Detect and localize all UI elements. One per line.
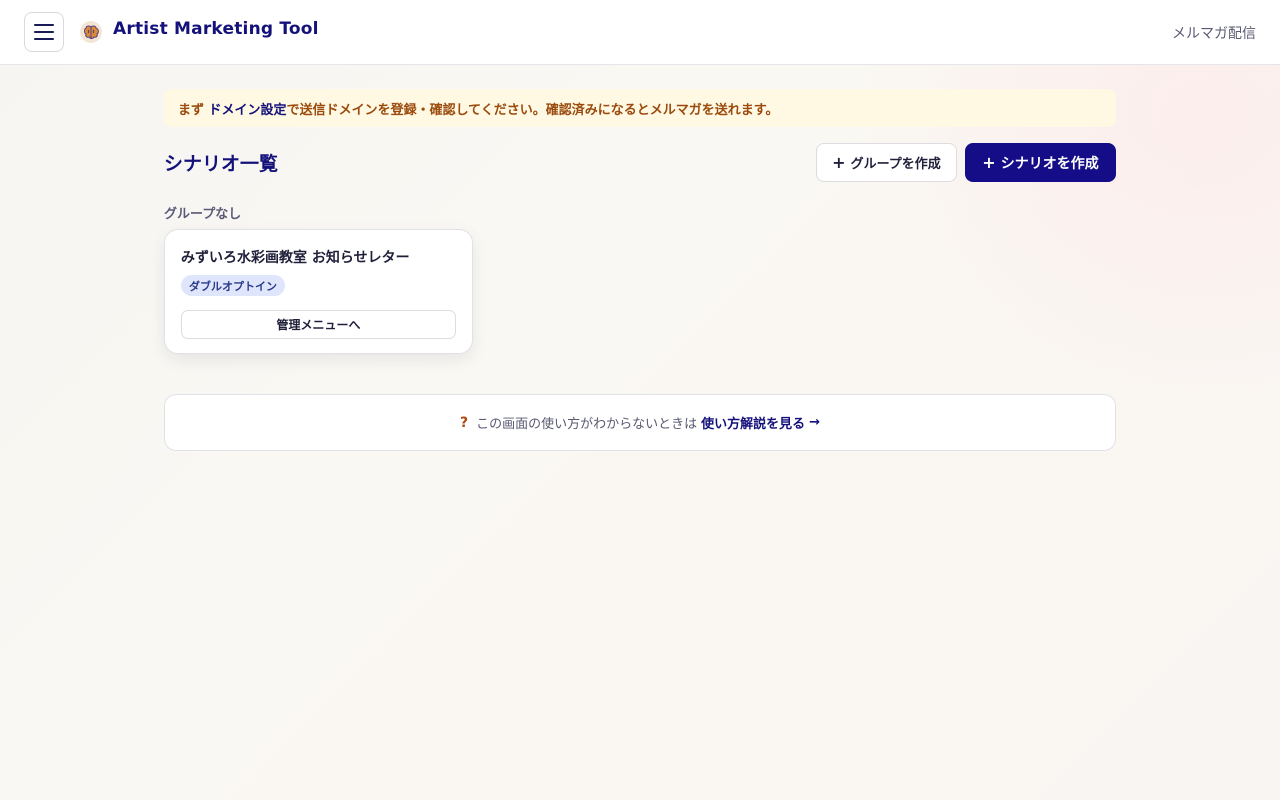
- menu-line-icon: [34, 38, 54, 40]
- help-box: ? この画面の使い方がわからないときは 使い方解説を見る →: [164, 394, 1116, 451]
- brain-logo-icon: [80, 21, 102, 43]
- plus-icon: +: [832, 152, 846, 172]
- app-logo-text[interactable]: Artist Marketing Tool: [113, 19, 319, 39]
- plus-icon: +: [982, 152, 996, 172]
- help-text: この画面の使い方がわからないときは: [476, 417, 698, 432]
- create-group-button[interactable]: + グループを作成: [816, 143, 957, 182]
- hamburger-menu-button[interactable]: [24, 12, 64, 52]
- create-group-label: グループを作成: [850, 157, 941, 172]
- help-guide-link[interactable]: 使い方解説を見る: [701, 413, 805, 432]
- group-label: グループなし: [164, 207, 242, 222]
- create-scenario-label: シナリオを作成: [1000, 155, 1099, 172]
- menu-line-icon: [34, 31, 54, 33]
- manage-menu-button[interactable]: 管理メニューへ: [181, 310, 456, 339]
- domain-notice-banner: まず ドメイン設定で送信ドメインを登録・確認してください。確認済みになるとメルマ…: [164, 89, 1116, 127]
- notice-prefix: まず: [178, 103, 205, 118]
- top-header: Artist Marketing Tool メルマガ配信: [0, 0, 1280, 65]
- opt-in-badge: ダブルオプトイン: [181, 275, 285, 296]
- create-scenario-button[interactable]: + シナリオを作成: [965, 143, 1116, 182]
- page-title: シナリオ一覧: [164, 153, 279, 175]
- arrow-right-icon: →: [809, 415, 821, 430]
- scenario-title: みずいろ水彩画教室 お知らせレター: [181, 250, 410, 266]
- question-icon: ?: [459, 414, 469, 431]
- notice-suffix: で送信ドメインを登録・確認してください。確認済みになるとメルマガを送れます。: [286, 103, 779, 118]
- menu-line-icon: [34, 24, 54, 26]
- domain-settings-link[interactable]: ドメイン設定: [209, 103, 287, 118]
- scenario-card: みずいろ水彩画教室 お知らせレター ダブルオプトイン 管理メニューへ: [164, 229, 473, 354]
- nav-link-newsletter[interactable]: メルマガ配信: [1172, 23, 1256, 43]
